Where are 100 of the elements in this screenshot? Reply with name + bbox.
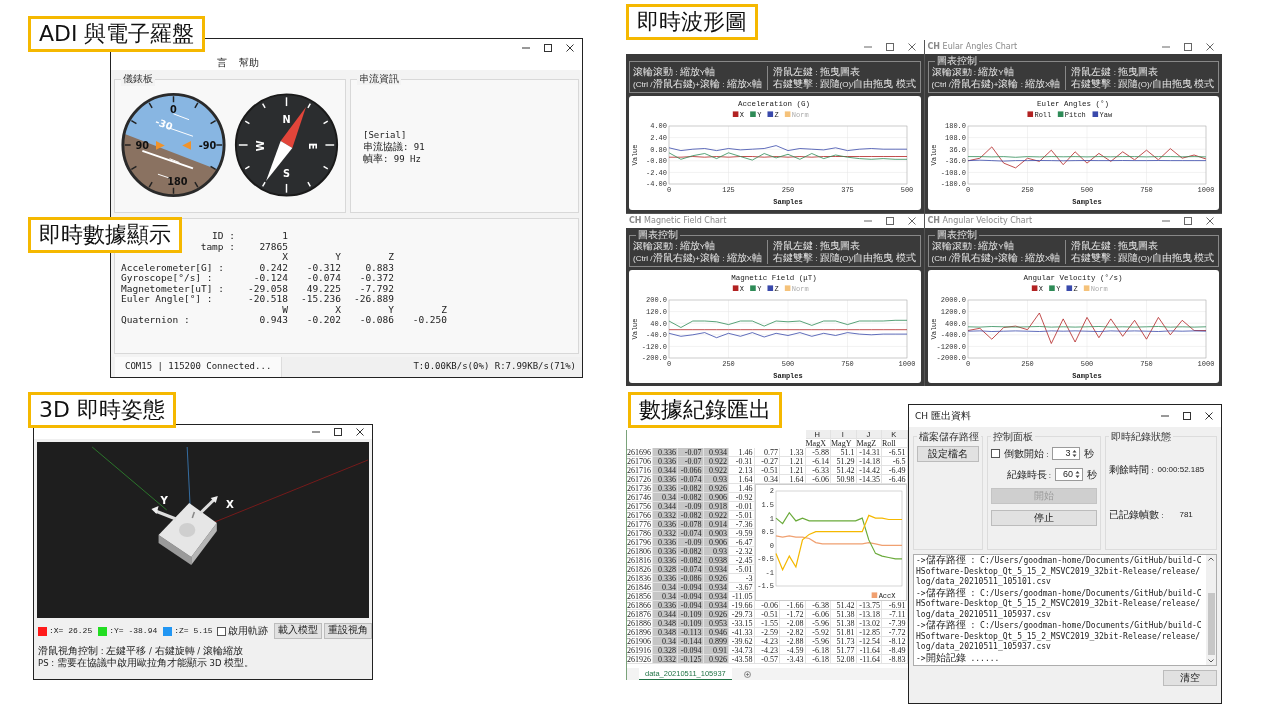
maximize-icon[interactable] [885, 216, 894, 225]
field-value: 0.883 [365, 262, 394, 273]
scroll-up-icon[interactable] [1208, 557, 1214, 561]
table-cell: -5.01 [729, 565, 755, 574]
group-title: 圖表控制 [934, 55, 979, 68]
help-text: 滑鼠左鍵 : 拖曳圖表 [1071, 66, 1160, 78]
set-filename-button[interactable]: 設定檔名 [917, 446, 979, 462]
group-title: 檔案儲存路徑 [917, 431, 981, 444]
row-id-cell: 261896 [627, 628, 653, 637]
table-cell: -14.42 [856, 466, 882, 475]
table-cell: -39.62 [729, 637, 755, 646]
table-cell: -2.32 [729, 547, 755, 556]
maximize-icon[interactable] [1184, 43, 1192, 51]
table-cell: -0.31 [729, 457, 755, 466]
field-label: Magnetometer[uT] : [121, 283, 225, 294]
close-icon[interactable] [907, 216, 916, 225]
stream-info-line: 幀率: 99 Hz [362, 153, 422, 165]
column-header: Roll [882, 439, 908, 448]
table-cell: -12.54 [856, 637, 882, 646]
column-header: X [335, 304, 341, 315]
maximize-icon[interactable] [1184, 216, 1192, 225]
row-id-cell: 261866 [627, 601, 653, 610]
close-icon[interactable] [356, 428, 364, 436]
maximize-icon[interactable] [1183, 412, 1191, 420]
table-cell: -0.92 [729, 493, 755, 502]
table-cell: 51.29 [831, 457, 857, 466]
table-cell: -4.59 [780, 646, 806, 655]
table-cell: 0.332 [652, 655, 678, 664]
group-title: 控制面板 [991, 431, 1035, 444]
countdown-checkbox[interactable] [991, 449, 1000, 458]
spin-arrows-icon[interactable] [1075, 470, 1080, 479]
maximize-icon[interactable] [885, 43, 894, 51]
table-cell: -2.45 [729, 556, 755, 565]
table-cell: -8.83 [882, 655, 908, 664]
close-icon[interactable] [566, 43, 574, 52]
field-label: 剩餘時間 : [1109, 463, 1154, 477]
section-caption: 即時波形圖 [626, 4, 758, 40]
group-title: 串流資訊 [357, 73, 401, 85]
column-header: MagX [805, 439, 831, 448]
field-value: 1 [282, 231, 288, 242]
close-icon[interactable] [1205, 412, 1213, 420]
section-caption: ADI 與電子羅盤 [28, 16, 206, 52]
add-sheet-icon[interactable] [743, 670, 751, 678]
row-id-cell: 261776 [627, 520, 653, 529]
field-label: tamp : [200, 241, 235, 252]
row-id-cell: 261886 [627, 619, 653, 628]
table-cell: -33.15 [729, 619, 755, 628]
table-cell: -4.23 [754, 637, 780, 646]
column-header: Z [441, 304, 447, 315]
dial-label: 0 [170, 103, 177, 115]
number-field[interactable]: 3 [1052, 447, 1081, 460]
toolbar-button[interactable]: 重設視角 [323, 623, 372, 639]
field-label: Accelerometer[G] : [121, 262, 225, 273]
maximize-icon[interactable] [334, 428, 342, 436]
help-text: (Ctrl /滑鼠右鍵)+滾輪 : 縮放X軸 [633, 78, 762, 90]
row-id-cell: 261816 [627, 556, 653, 565]
toolbar-button[interactable]: 載入模型 [273, 623, 322, 639]
minimize-icon[interactable] [522, 46, 530, 49]
unit-label: 秒 [1084, 447, 1095, 461]
scroll-down-icon[interactable] [1208, 659, 1214, 663]
field-value: -0.372 [359, 273, 394, 284]
spin-arrows-icon[interactable] [1072, 449, 1078, 458]
close-icon[interactable] [1206, 43, 1214, 51]
stream-info-line: 串流協議: 91 [362, 141, 426, 153]
menu-item[interactable]: 言 [217, 55, 227, 71]
group-title: 圖表控制 [934, 228, 979, 242]
field-label: 倒數開始 : [1004, 447, 1049, 461]
trail-checkbox[interactable] [216, 626, 226, 636]
heading-label: S [283, 168, 290, 180]
row-id-cell: 261786 [627, 529, 653, 538]
group-title: 圖表控制 [636, 228, 680, 242]
menu-item[interactable]: 幫助 [239, 55, 259, 71]
help-text: 右鍵雙擊 : 跟隨(O)/自由拖曳 模式 [1071, 251, 1215, 264]
stop-button[interactable]: 停止 [991, 510, 1097, 526]
table-cell: -14.18 [856, 457, 882, 466]
row-id-cell: 261736 [627, 484, 653, 493]
help-text: 滑鼠左鍵 : 拖曳圖表 [772, 66, 861, 78]
table-cell: 0.77 [754, 448, 780, 457]
clear-button[interactable]: 清空 [1163, 670, 1217, 686]
table-cell: -6.18 [805, 655, 831, 664]
throughput-status: T:0.00KB/s(0%) R:7.99KB/s(71%) [413, 360, 576, 374]
maximize-icon[interactable] [544, 43, 552, 52]
table-cell: 1.46 [729, 484, 755, 493]
field-value: 781 [1179, 508, 1193, 521]
table-cell: -4.23 [754, 646, 780, 655]
table-cell: -43.58 [729, 655, 755, 664]
close-icon[interactable] [1206, 216, 1214, 225]
scrollbar-thumb[interactable] [1207, 593, 1215, 655]
table-cell: -13.18 [856, 610, 882, 619]
axis-readout: :Z= 5.15 [174, 625, 213, 637]
close-icon[interactable] [907, 43, 916, 51]
hint-text: PS : 需要在協議中啟用歐拉角才能顯示 3D 模型。 [38, 657, 256, 669]
row-id-cell: 261746 [627, 493, 653, 502]
number-field[interactable]: 60 [1055, 468, 1083, 481]
table-cell: -5.88 [805, 448, 831, 457]
table-cell: -5.96 [805, 619, 831, 628]
field-label: Quaternion : [121, 315, 191, 326]
table-cell: -11.64 [856, 646, 882, 655]
table-cell: -6.47 [729, 538, 755, 547]
axis-readout: :X= 26.25 [49, 625, 93, 637]
